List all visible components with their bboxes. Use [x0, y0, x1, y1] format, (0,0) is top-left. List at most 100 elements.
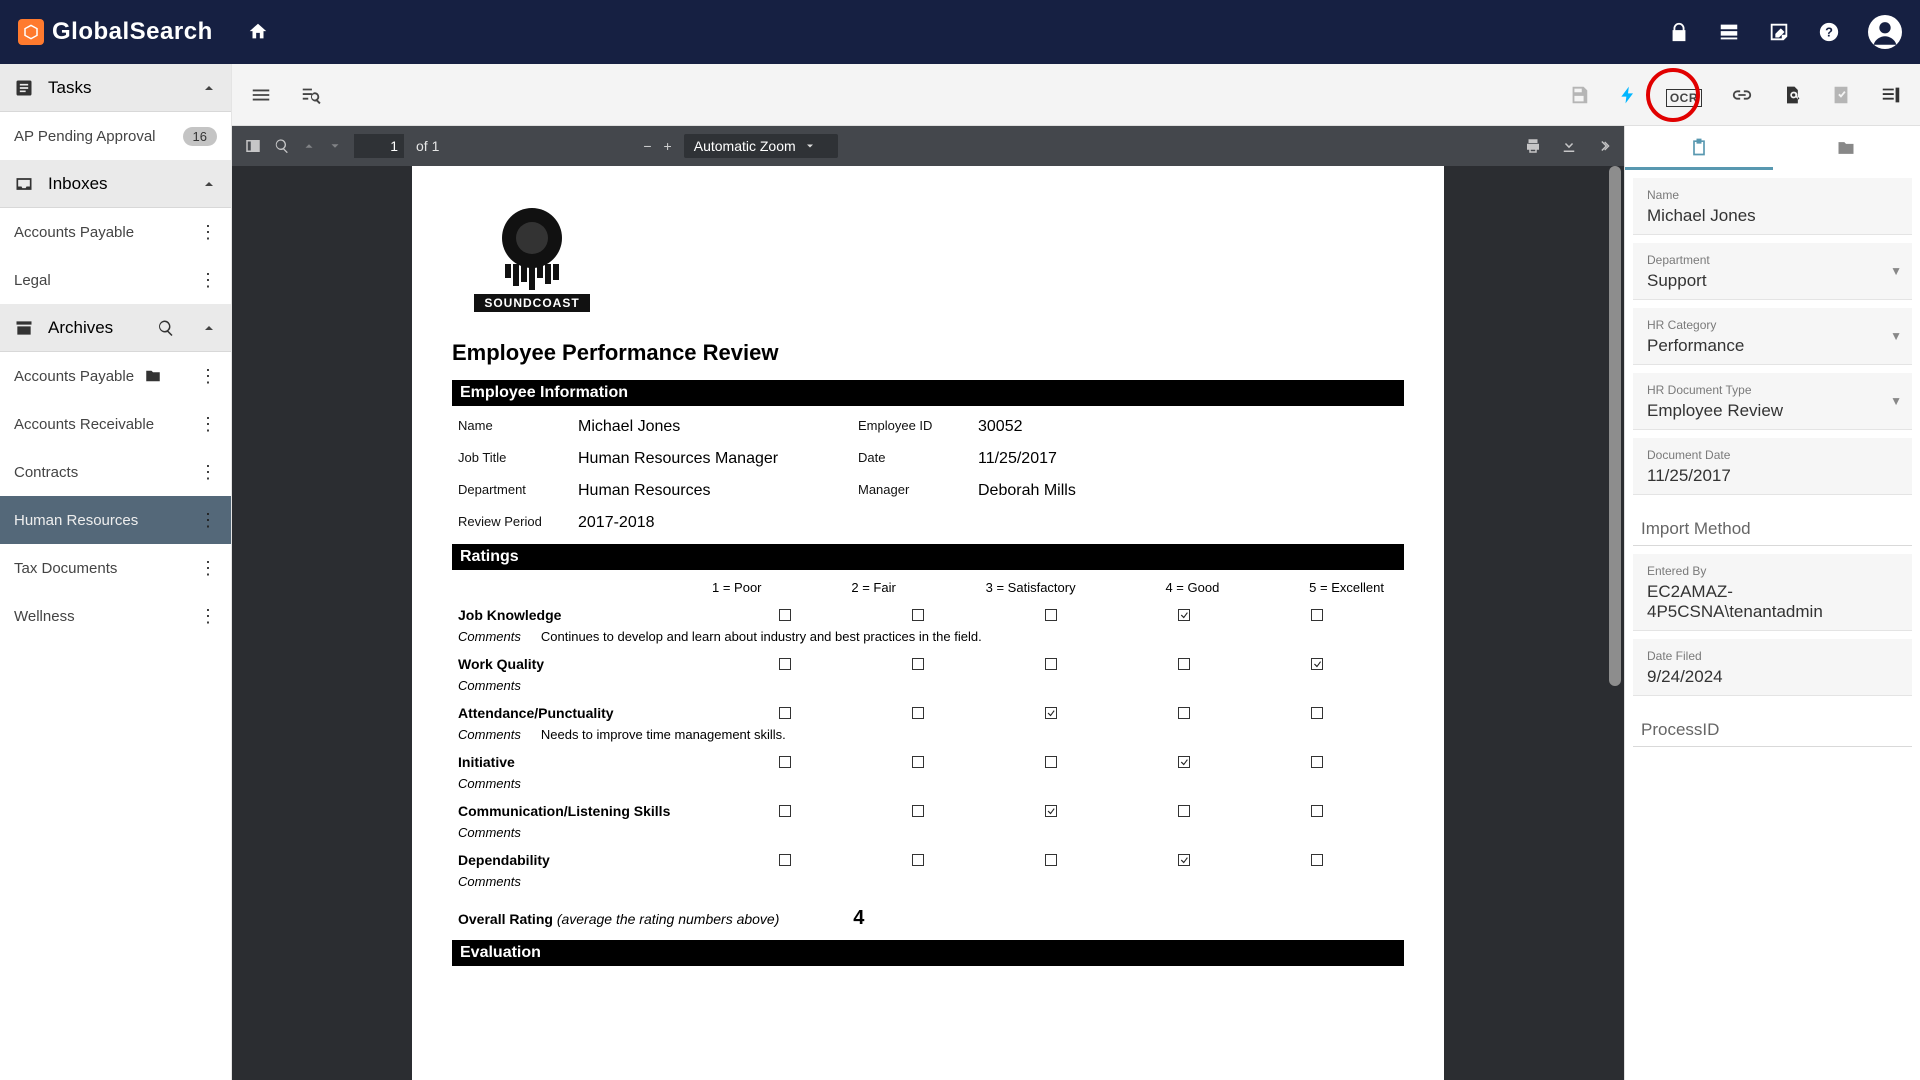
rating-checkbox: [1311, 805, 1323, 817]
viewer-canvas[interactable]: SOUNDCOAST Employee Performance Review E…: [232, 166, 1624, 1080]
brand-text: GlobalSearch: [52, 18, 213, 46]
edit-note-icon[interactable]: [1768, 21, 1790, 43]
more-icon[interactable]: ⋮: [199, 222, 217, 243]
home-icon[interactable]: [247, 21, 269, 43]
sidebar-item-archive-wellness[interactable]: Wellness ⋮: [0, 592, 231, 640]
lock-icon[interactable]: [1668, 21, 1690, 43]
more-icon[interactable]: ⋮: [199, 558, 217, 579]
metadata-panel: NameMichael Jones DepartmentSupport▼ HR Ca…: [1624, 126, 1920, 1080]
header-actions: ?: [1668, 15, 1902, 49]
help-icon[interactable]: ?: [1818, 21, 1840, 43]
legend-4: 4 = Good: [1165, 580, 1219, 595]
zoom-select[interactable]: Automatic Zoom: [684, 134, 838, 158]
meta-field[interactable]: Date Filed9/24/2024: [1633, 639, 1912, 696]
more-icon[interactable]: ⋮: [199, 510, 217, 531]
ocr-button[interactable]: OCR: [1666, 82, 1702, 108]
save-icon[interactable]: [1568, 84, 1590, 106]
sidebar-item-inbox-legal[interactable]: Legal ⋮: [0, 256, 231, 304]
chevron-up-icon: [201, 80, 217, 96]
page-input[interactable]: [354, 134, 404, 158]
meta-field-value: EC2AMAZ-4P5CSNA\tenantadmin: [1647, 582, 1898, 622]
rating-checkbox: [1311, 854, 1323, 866]
meta-field[interactable]: DepartmentSupport▼: [1633, 243, 1912, 300]
sidebar-item-archive-contracts[interactable]: Contracts ⋮: [0, 448, 231, 496]
sidebar-item-label: AP Pending Approval: [14, 128, 156, 145]
section-evaluation: Evaluation: [452, 940, 1404, 966]
ratings-container: Job KnowledgeCommentsContinues to develo…: [452, 603, 1404, 897]
inboxes-section-header[interactable]: Inboxes: [0, 160, 231, 208]
more-icon[interactable]: ⋮: [199, 270, 217, 291]
meta-field[interactable]: Import Method: [1633, 509, 1912, 546]
account-icon[interactable]: [1868, 15, 1902, 49]
rating-checkbox: [1178, 756, 1190, 768]
task-check-icon[interactable]: [1830, 84, 1852, 106]
storage-icon[interactable]: [1718, 21, 1740, 43]
rating-checkbox: [1045, 756, 1057, 768]
more-icon[interactable]: ⋮: [199, 366, 217, 387]
tab-folder[interactable]: [1773, 126, 1920, 170]
rating-row: Communication/Listening Skills: [452, 799, 1404, 823]
bolt-icon[interactable]: [1618, 84, 1638, 106]
meta-field[interactable]: HR CategoryPerformance▼: [1633, 308, 1912, 365]
find-icon[interactable]: [274, 138, 290, 154]
panel-toggle-icon[interactable]: [1880, 84, 1902, 106]
meta-field[interactable]: ProcessID: [1633, 710, 1912, 747]
prev-page-icon[interactable]: [302, 139, 316, 153]
meta-field[interactable]: HR Document TypeEmployee Review▼: [1633, 373, 1912, 430]
next-page-icon[interactable]: [328, 139, 342, 153]
brand-strip: SOUNDCOAST: [474, 294, 589, 312]
meta-field[interactable]: Entered By EC2AMAZ-4P5CSNA\tenantadmin: [1633, 554, 1912, 631]
sidebar-item-archive-hr[interactable]: Human Resources ⋮: [0, 496, 231, 544]
comments-label: Comments: [458, 825, 521, 840]
meta-field-value: Michael Jones: [1647, 206, 1898, 226]
rating-label: Attendance/Punctuality: [458, 705, 718, 721]
sidebar-item-archive-ap[interactable]: Accounts Payable ⋮: [0, 352, 231, 400]
zoom-label: Automatic Zoom: [694, 138, 796, 154]
document-title: Employee Performance Review: [452, 340, 1404, 366]
more-icon[interactable]: ⋮: [199, 462, 217, 483]
rating-checkbox: [912, 707, 924, 719]
rating-label: Dependability: [458, 852, 718, 868]
tasks-section-header[interactable]: Tasks: [0, 64, 231, 112]
rating-checkbox: [779, 854, 791, 866]
menu-icon[interactable]: [250, 84, 272, 106]
more-tools-icon[interactable]: [1596, 138, 1612, 154]
search-icon[interactable]: [157, 319, 175, 337]
chevron-down-icon: ▼: [1890, 329, 1902, 343]
sidebar-item-archive-tax[interactable]: Tax Documents ⋮: [0, 544, 231, 592]
meta-field-label: Entered By: [1647, 564, 1898, 578]
rating-checkbox: [1045, 805, 1057, 817]
sidebar-item-ap-pending[interactable]: AP Pending Approval 16: [0, 112, 231, 160]
document-search-icon[interactable]: [1782, 84, 1802, 106]
task-count-badge: 16: [183, 127, 217, 146]
metadata-tabs: [1625, 126, 1920, 170]
rating-checkbox: [1311, 658, 1323, 670]
meta-field-label: Document Date: [1647, 448, 1898, 462]
sidebar-toggle-icon[interactable]: [244, 137, 262, 155]
link-icon[interactable]: [1730, 84, 1754, 106]
search-list-icon[interactable]: [300, 84, 322, 106]
more-icon[interactable]: ⋮: [199, 606, 217, 627]
label-date: Date: [858, 450, 978, 468]
sidebar-item-archive-ar[interactable]: Accounts Receivable ⋮: [0, 400, 231, 448]
zoom-out-icon[interactable]: −: [643, 138, 651, 154]
brand-icon: [18, 19, 44, 45]
sidebar-item-label: Wellness: [14, 608, 75, 625]
sidebar-item-inbox-ap[interactable]: Accounts Payable ⋮: [0, 208, 231, 256]
more-icon[interactable]: ⋮: [199, 414, 217, 435]
meta-field-label: HR Category: [1647, 318, 1898, 332]
meta-field[interactable]: NameMichael Jones: [1633, 178, 1912, 235]
scrollbar-thumb[interactable]: [1609, 166, 1621, 686]
sidebar-item-label: Legal: [14, 272, 51, 289]
sidebar-item-label: Contracts: [14, 464, 78, 481]
meta-field[interactable]: Document Date11/25/2017: [1633, 438, 1912, 495]
overall-label: Overall Rating: [458, 911, 553, 927]
download-icon[interactable]: [1560, 137, 1578, 155]
chevron-up-icon: [201, 176, 217, 192]
archives-section-header[interactable]: Archives: [0, 304, 231, 352]
archives-label: Archives: [48, 318, 113, 338]
tab-fields[interactable]: [1625, 126, 1773, 170]
rating-row: Job Knowledge: [452, 603, 1404, 627]
print-icon[interactable]: [1524, 137, 1542, 155]
zoom-in-icon[interactable]: +: [664, 138, 672, 154]
